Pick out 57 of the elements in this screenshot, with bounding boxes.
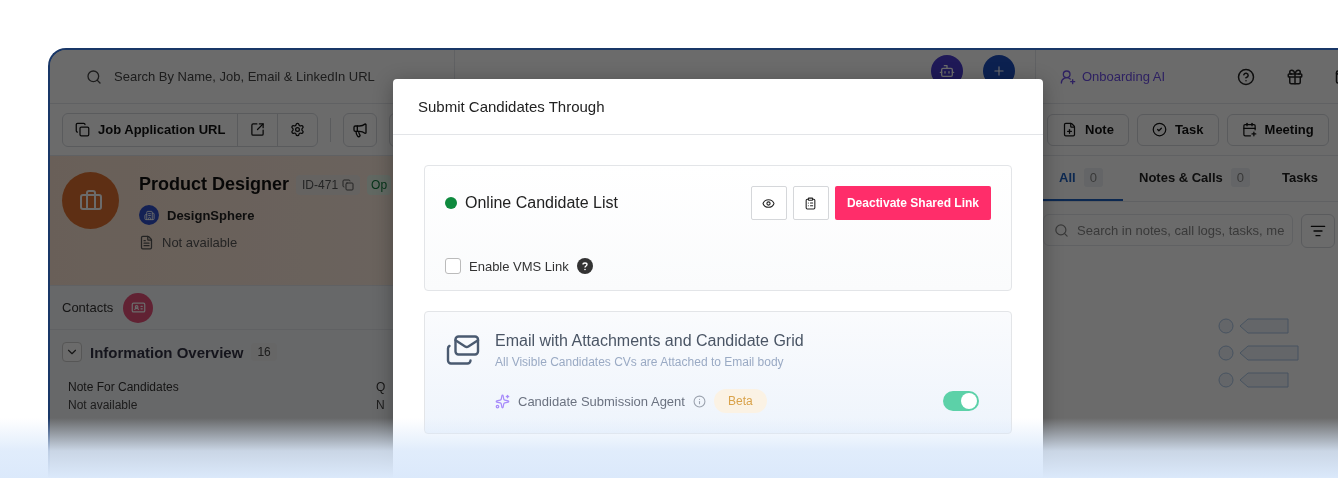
sparkles-icon [495, 393, 510, 409]
add-activity-button[interactable]: Meeting [1226, 113, 1329, 146]
filter-button[interactable] [1301, 214, 1335, 248]
status-badge: Op [367, 174, 392, 195]
settings-icon [290, 122, 306, 137]
document-icon [139, 235, 154, 250]
card-title: Email with Attachments and Candidate Grid [495, 332, 804, 350]
bot-icon [939, 62, 955, 79]
card-subtitle: All Visible Candidates CVs are Attached to Email body [495, 355, 785, 369]
company-name: DesignSphere [167, 207, 255, 223]
briefcase-icon [78, 188, 103, 213]
field-label: Q [376, 380, 387, 394]
megaphone-icon [352, 121, 369, 138]
clipboard-button[interactable] [792, 186, 829, 220]
info-icon[interactable] [692, 394, 706, 408]
job-title: Product Designer [139, 174, 290, 195]
copy-icon [75, 122, 90, 137]
vms-checkbox[interactable] [445, 258, 461, 274]
activity-tab[interactable]: Tasks [1266, 156, 1334, 201]
eye-icon [762, 196, 776, 210]
contacts-label: Contacts [62, 300, 114, 315]
field-value: Not available [68, 398, 139, 412]
section-title: Information Overview [90, 343, 244, 361]
search-icon [86, 68, 102, 85]
beta-badge: Beta [713, 389, 767, 413]
search-icon [1054, 222, 1069, 238]
deactivate-link-button[interactable]: Deactivate Shared Link [834, 186, 991, 220]
copy-icon[interactable] [342, 178, 355, 191]
clipboard-icon [804, 196, 818, 210]
add-activity-button[interactable]: Note [1047, 113, 1129, 146]
job-application-url-button[interactable]: Job Application URL [63, 113, 238, 146]
agent-label: Candidate Submission Agent [518, 393, 685, 409]
company-icon [139, 205, 159, 225]
gift-icon[interactable] [1285, 67, 1304, 86]
external-link-icon [250, 122, 266, 137]
field-value: N [376, 398, 386, 412]
id-card-icon [130, 300, 146, 315]
collapse-toggle[interactable] [62, 342, 82, 362]
job-description: Not available [162, 235, 238, 250]
megaphone-button[interactable] [343, 112, 378, 147]
filter-icon [1310, 223, 1326, 239]
preview-button[interactable] [750, 186, 787, 220]
job-id: ID-471 [296, 174, 361, 195]
field-label: Note For Candidates [68, 380, 180, 394]
check-circle-icon [1151, 122, 1167, 137]
contact-card-button[interactable] [123, 292, 154, 323]
card-title: Online Candidate List [465, 194, 618, 212]
user-add-icon [1060, 68, 1076, 85]
plus-icon [992, 63, 1006, 78]
checkbox-label: Enable VMS Link [469, 258, 569, 274]
help-icon[interactable] [576, 258, 593, 274]
note-add-icon [1062, 122, 1077, 137]
calendar-add-icon [1241, 122, 1257, 137]
mail-send-icon [445, 332, 481, 368]
onboarding-ai-label: Onboarding AI [1082, 69, 1166, 84]
add-activity-button[interactable]: Task [1136, 113, 1219, 146]
agent-toggle[interactable] [943, 391, 979, 411]
